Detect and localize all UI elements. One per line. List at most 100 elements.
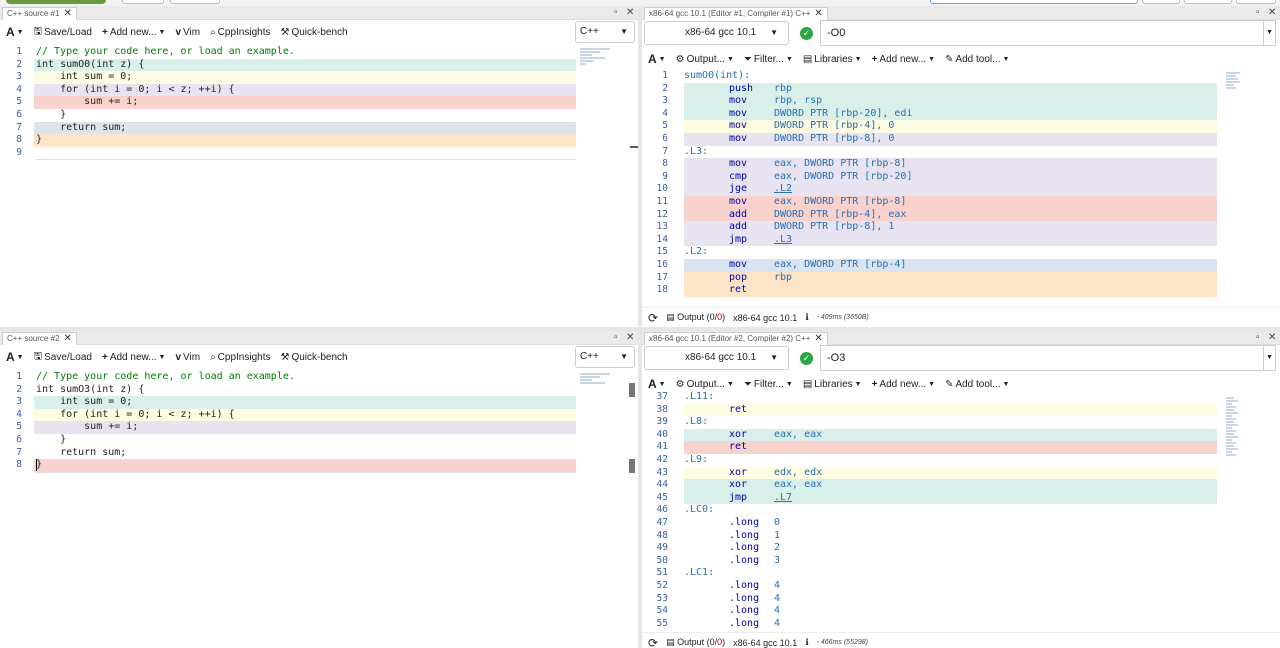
asm-instruction[interactable]: .long — [729, 542, 759, 555]
asm-label[interactable]: .L11: — [684, 391, 714, 404]
asm-operands[interactable]: 2 — [774, 542, 780, 555]
code-line[interactable]: int sum = 0; — [36, 71, 132, 84]
options-dropdown-icon[interactable]: ▼ — [1264, 20, 1276, 46]
info-icon[interactable]: ℹ — [805, 312, 808, 323]
close-pane-icon[interactable]: ✕ — [1268, 332, 1276, 344]
code-line[interactable]: int sumO0(int z) { — [36, 59, 144, 72]
asm-instruction[interactable]: xor — [729, 479, 747, 492]
libraries-button[interactable]: ▤ Libraries ▼ — [803, 54, 862, 65]
font-scale-button[interactable]: A ▼ — [648, 377, 666, 391]
add-tool-button[interactable]: ✎ Add tool... ▼ — [945, 54, 1009, 65]
close-pane-icon[interactable]: ✕ — [626, 332, 634, 344]
asm-operands[interactable]: .L3 — [774, 234, 792, 247]
compiler-select[interactable]: x86-64 gcc 10.1 ▼ — [644, 21, 789, 45]
asm-operands[interactable]: 0 — [774, 517, 780, 530]
code-line[interactable]: sum += i; — [36, 96, 138, 109]
add-new-button[interactable]: + Add new... ▼ — [872, 54, 935, 65]
asm-operands[interactable]: eax, DWORD PTR [rbp-20] — [774, 171, 912, 184]
font-scale-button[interactable]: A ▼ — [648, 52, 666, 66]
navbar-button[interactable] — [1184, 0, 1232, 4]
maximize-icon[interactable]: ▫ — [614, 332, 618, 344]
code-line[interactable]: sum += i; — [36, 421, 138, 434]
tab-source-1[interactable]: C++ source #1 ✕ — [2, 7, 77, 20]
asm-instruction[interactable]: add — [729, 209, 747, 222]
cppinsights-button[interactable]: ⌕ CppInsights — [210, 27, 270, 38]
asm-operands[interactable]: 4 — [774, 618, 780, 631]
add-new-button[interactable]: + Add new... ▼ — [102, 352, 165, 363]
font-scale-button[interactable]: A ▼ — [6, 25, 24, 39]
info-icon[interactable]: ℹ — [805, 637, 808, 648]
code-line[interactable]: // Type your code here, or load an examp… — [36, 46, 295, 59]
output-status-button[interactable]: ▤ Output (0/0) — [666, 637, 725, 648]
asm-label[interactable]: .LC0: — [684, 504, 714, 517]
code-line[interactable]: return sum; — [36, 122, 126, 135]
asm-operands[interactable]: DWORD PTR [rbp-8], 0 — [774, 133, 894, 146]
asm-operands[interactable]: eax, DWORD PTR [rbp-4] — [774, 259, 906, 272]
add-new-button[interactable]: + Add new... ▼ — [102, 27, 165, 38]
asm-instruction[interactable]: ret — [729, 441, 747, 454]
asm-operands[interactable]: 4 — [774, 593, 780, 606]
asm-operands[interactable]: DWORD PTR [rbp-20], edi — [774, 108, 912, 121]
tab-compiler-2[interactable]: x86-64 gcc 10.1 (Editor #2, Compiler #2)… — [644, 332, 828, 345]
compiler-explorer-logo[interactable] — [6, 0, 106, 4]
asm-instruction[interactable]: jge — [729, 183, 747, 196]
asm-operands[interactable]: 1 — [774, 530, 780, 543]
asm-instruction[interactable]: .long — [729, 530, 759, 543]
code-line[interactable]: // Type your code here, or load an examp… — [36, 371, 295, 384]
asm-operands[interactable]: 4 — [774, 605, 780, 618]
asm-instruction[interactable]: .long — [729, 555, 759, 568]
quickbench-button[interactable]: ⚒ Quick-bench — [280, 27, 347, 38]
close-icon[interactable]: ✕ — [814, 333, 822, 345]
close-pane-icon[interactable]: ✕ — [1268, 7, 1276, 19]
asm-operands[interactable]: rbp — [774, 272, 792, 285]
code-editor-2[interactable]: 1 // Type your code here, or load an exam… — [0, 371, 580, 641]
asm-instruction[interactable]: ret — [729, 404, 747, 417]
asm-operands[interactable]: .L7 — [774, 492, 792, 505]
add-new-button[interactable]: + Add new... ▼ — [872, 379, 935, 390]
compiler-options-input[interactable]: -O3 — [820, 345, 1264, 371]
maximize-icon[interactable]: ▫ — [1256, 332, 1260, 344]
minimap[interactable] — [580, 48, 620, 66]
asm-instruction[interactable]: ret — [729, 284, 747, 297]
navbar-button[interactable] — [170, 0, 220, 4]
code-line[interactable]: int sum = 0; — [36, 396, 132, 409]
asm-instruction[interactable]: pop — [729, 272, 747, 285]
asm-operands[interactable]: .L2 — [774, 183, 792, 196]
asm-operands[interactable]: rbp, rsp — [774, 95, 822, 108]
close-icon[interactable]: ✕ — [814, 8, 822, 20]
asm-instruction[interactable]: jmp — [729, 492, 747, 505]
asm-label[interactable]: .LC1: — [684, 567, 714, 580]
asm-operands[interactable]: eax, DWORD PTR [rbp-8] — [774, 158, 906, 171]
code-line[interactable]: } — [36, 134, 42, 147]
asm-instruction[interactable]: mov — [729, 133, 747, 146]
language-select[interactable]: C++ ▼ — [575, 21, 635, 43]
scrollbar-thumb[interactable] — [629, 383, 635, 397]
maximize-icon[interactable]: ▫ — [1256, 7, 1260, 19]
vim-button[interactable]: v Vim — [175, 352, 200, 363]
code-line[interactable]: } — [36, 434, 66, 447]
save-load-button[interactable]: 🖫 Save/Load — [34, 349, 92, 366]
quickbench-button[interactable]: ⚒ Quick-bench — [280, 352, 347, 363]
filter-button[interactable]: ⏷ Filter... ▼ — [744, 54, 793, 65]
asm-instruction[interactable]: push — [729, 83, 753, 96]
asm-instruction[interactable]: mov — [729, 196, 747, 209]
asm-operands[interactable]: 3 — [774, 555, 780, 568]
asm-operands[interactable]: eax, DWORD PTR [rbp-8] — [774, 196, 906, 209]
compiler-select[interactable]: x86-64 gcc 10.1 ▼ — [644, 346, 789, 370]
assembly-output-2[interactable]: 37 .L11: 38 ret 39 .L8: 40 xor eax, eax 41 ret 42 .L… — [642, 391, 1222, 631]
navbar-button[interactable] — [1142, 0, 1180, 4]
assembly-output-1[interactable]: 1 sumO0(int): 2 push rbp 3 mov rbp, rsp 4 mov DWOR… — [642, 70, 1222, 302]
asm-label[interactable]: .L3: — [684, 146, 708, 159]
vim-button[interactable]: v Vim — [175, 27, 200, 38]
asm-instruction[interactable]: mov — [729, 259, 747, 272]
asm-instruction[interactable]: mov — [729, 95, 747, 108]
asm-operands[interactable]: DWORD PTR [rbp-8], 1 — [774, 221, 894, 234]
code-line[interactable]: return sum; — [36, 447, 126, 460]
navbar-search[interactable] — [930, 0, 1138, 4]
output-button[interactable]: ⚙ Output... ▼ — [676, 54, 734, 65]
asm-operands[interactable]: DWORD PTR [rbp-4], eax — [774, 209, 906, 222]
code-line[interactable]: int sumO3(int z) { — [36, 384, 144, 397]
asm-label[interactable]: .L8: — [684, 416, 708, 429]
asm-instruction[interactable]: cmp — [729, 171, 747, 184]
asm-operands[interactable]: DWORD PTR [rbp-4], 0 — [774, 120, 894, 133]
